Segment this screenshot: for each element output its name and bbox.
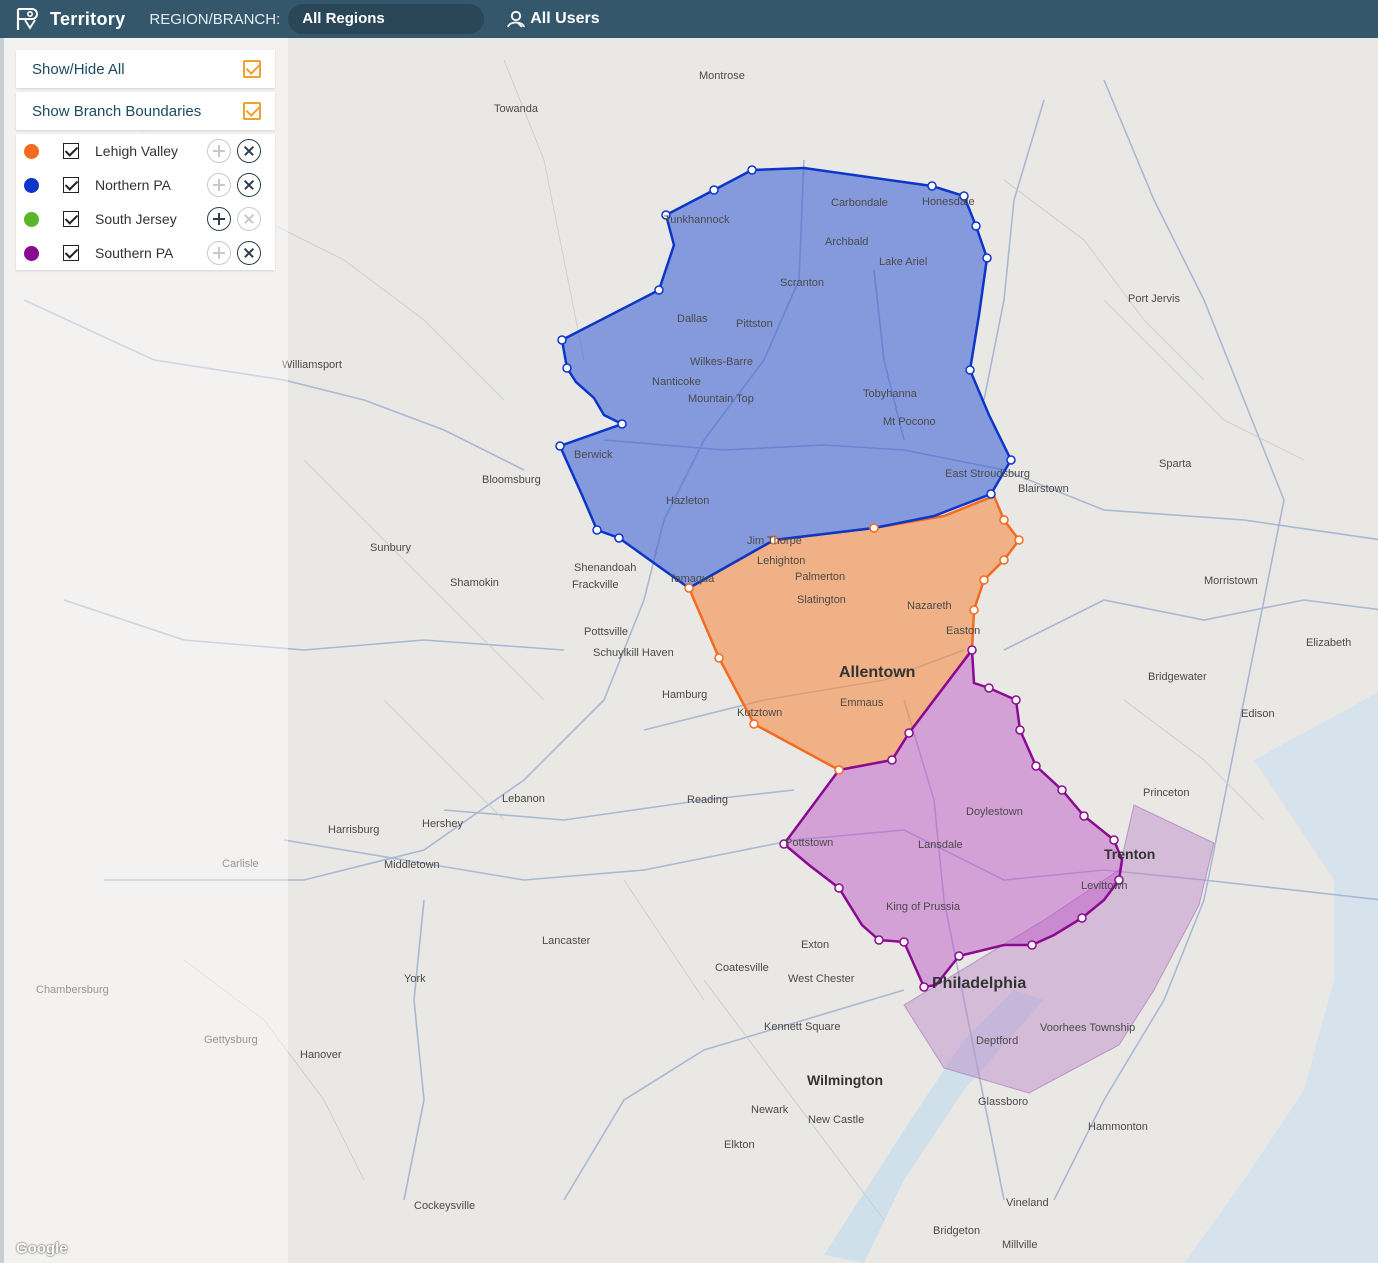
branch-name: Northern PA [95,177,171,193]
users-filter-button[interactable]: All Users [506,9,600,29]
remove-area-button[interactable] [237,173,261,197]
branch-visibility-checkbox[interactable] [63,211,79,227]
add-area-button[interactable] [207,139,231,163]
show-branch-boundaries-label: Show Branch Boundaries [32,102,202,120]
branch-visibility-checkbox[interactable] [63,245,79,261]
ocean-water [1184,692,1378,1263]
top-bar: Territory REGION/BRANCH: All Regions All… [0,0,1378,38]
layer-control-panel: Show/Hide All Show Branch Boundaries Leh… [16,50,275,270]
branch-row-south-jersey: South Jersey [16,202,275,236]
users-filter-label: All Users [530,10,600,27]
branch-color-dot [24,245,39,261]
add-area-button[interactable] [207,173,231,197]
brand[interactable]: Territory [14,6,125,32]
add-area-button[interactable] [207,241,231,265]
show-branch-boundaries-toggle[interactable]: Show Branch Boundaries [16,92,275,130]
add-area-button[interactable] [207,207,231,231]
branch-row-northern-pa: Northern PA [16,168,275,202]
branch-color-dot [24,143,39,159]
show-branch-boundaries-checkbox[interactable] [243,102,261,120]
branch-name: Southern PA [95,245,174,261]
show-hide-all-checkbox[interactable] [243,60,261,78]
show-hide-all-toggle[interactable]: Show/Hide All [16,50,275,88]
remove-area-button[interactable] [237,139,261,163]
region-branch-label: REGION/BRANCH: [149,10,281,28]
remove-area-button[interactable] [237,207,261,231]
branch-list: Lehigh Valley Northern PA South Jersey S… [16,134,275,270]
branch-color-dot [24,177,39,193]
branch-row-southern-pa: Southern PA [16,236,275,270]
branch-name: Lehigh Valley [95,143,179,159]
branch-name: South Jersey [95,211,177,227]
branch-row-lehigh-valley: Lehigh Valley [16,134,275,168]
app-title: Territory [50,8,126,29]
google-attribution: Google [16,1240,68,1257]
map-pin-flag-icon [16,8,38,30]
remove-area-button[interactable] [237,241,261,265]
branch-visibility-checkbox[interactable] [63,177,79,193]
branch-color-dot [24,211,39,227]
region-select[interactable]: All Regions [288,4,485,34]
users-icon [507,10,526,28]
branch-visibility-checkbox[interactable] [63,143,79,159]
show-hide-all-label: Show/Hide All [32,60,125,78]
